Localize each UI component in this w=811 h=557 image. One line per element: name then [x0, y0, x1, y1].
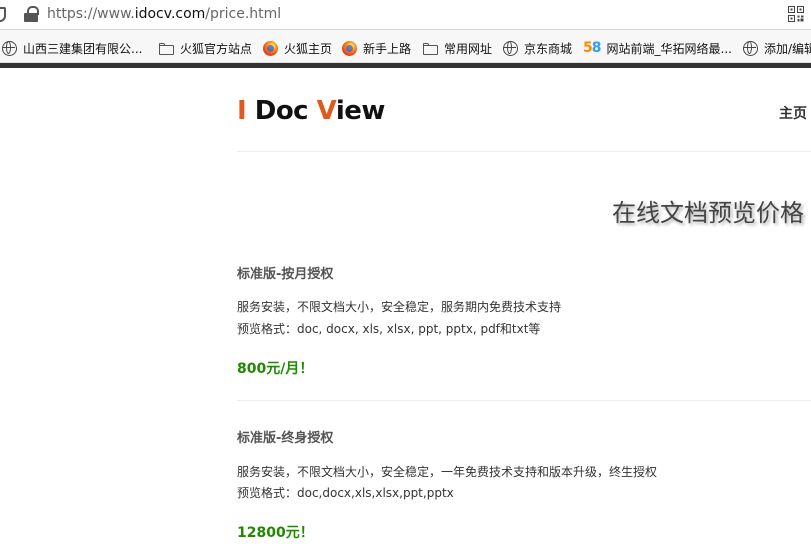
bookmark-item[interactable]: 58 网站前端_华拓网络最...	[583, 39, 732, 57]
address-field[interactable]: https://www.idocv.com/price.html	[47, 6, 281, 22]
lock-icon[interactable]	[24, 6, 39, 22]
plan-title: 标准版-按月授权	[237, 267, 334, 282]
url-host: idocv.com	[134, 6, 206, 22]
firefox-icon	[342, 40, 357, 56]
plan-price: 800元/月！	[237, 361, 314, 377]
browser-url-bar: https://www.idocv.com/price.html	[0, 0, 811, 30]
logo-letter: V	[316, 96, 337, 126]
bookmark-label: 添加/编辑	[764, 41, 811, 56]
bookmarks-toolbar: 山西三建集团有限公... 火狐官方站点 火狐主页 新手上路 常用网址 京东商城 …	[0, 30, 811, 63]
bookmark-item[interactable]: 京东商城	[503, 39, 572, 57]
bookmark-label: 新手上路	[363, 41, 412, 56]
header-divider	[237, 151, 811, 152]
globe-icon	[743, 40, 758, 56]
globe-icon	[503, 40, 518, 56]
plan-description: 服务安装，不限文档大小，安全稳定，服务期内免费技术支持	[237, 300, 562, 314]
folder-icon	[423, 41, 438, 56]
logo-text: Doc	[246, 96, 317, 126]
plan-divider	[237, 400, 811, 401]
logo-letter: I	[237, 96, 247, 126]
bookmark-label: 火狐官方站点	[180, 41, 253, 56]
bookmark-label: 网站前端_华拓网络最...	[606, 41, 732, 56]
url-path: /price.html	[205, 6, 282, 22]
bookmark-label: 火狐主页	[284, 41, 333, 56]
bookmark-item[interactable]: 火狐官方站点	[159, 39, 252, 57]
58-icon: 58	[583, 39, 601, 56]
firefox-icon	[263, 40, 278, 56]
bookmark-label: 常用网址	[444, 41, 493, 56]
bookmark-label: 京东商城	[524, 41, 573, 56]
plan-formats: 预览格式：doc, docx, xls, xlsx, ppt, pptx, pd…	[237, 322, 541, 336]
site-logo[interactable]: I Doc View	[237, 96, 385, 128]
tracking-shield-icon[interactable]	[0, 7, 6, 22]
bookmark-item[interactable]: 添加/编辑	[743, 39, 811, 57]
url-scheme: https://www.	[47, 6, 135, 22]
globe-icon	[2, 40, 17, 56]
plan-title: 标准版-终身授权	[237, 431, 334, 446]
nav-home-link[interactable]: 主页	[779, 103, 807, 123]
bookmark-item[interactable]: 火狐主页	[263, 39, 332, 57]
bookmark-item[interactable]: 常用网址	[423, 39, 492, 57]
qr-code-icon[interactable]	[788, 6, 804, 22]
bookmark-label: 山西三建集团有限公...	[23, 41, 143, 56]
page-title: 在线文档预览价格	[612, 199, 804, 227]
plan-description: 服务安装，不限文档大小，安全稳定，一年免费技术支持和版本升级，终生授权	[237, 465, 658, 479]
bookmark-item[interactable]: 新手上路	[342, 39, 411, 57]
plan-price: 12800元！	[237, 525, 314, 541]
site-top-bar	[0, 63, 811, 68]
logo-text: iew	[335, 96, 386, 126]
folder-icon	[159, 41, 174, 56]
plan-formats: 预览格式：doc,docx,xls,xlsx,ppt,pptx	[237, 486, 454, 500]
bookmark-item[interactable]: 山西三建集团有限公...	[2, 39, 142, 57]
